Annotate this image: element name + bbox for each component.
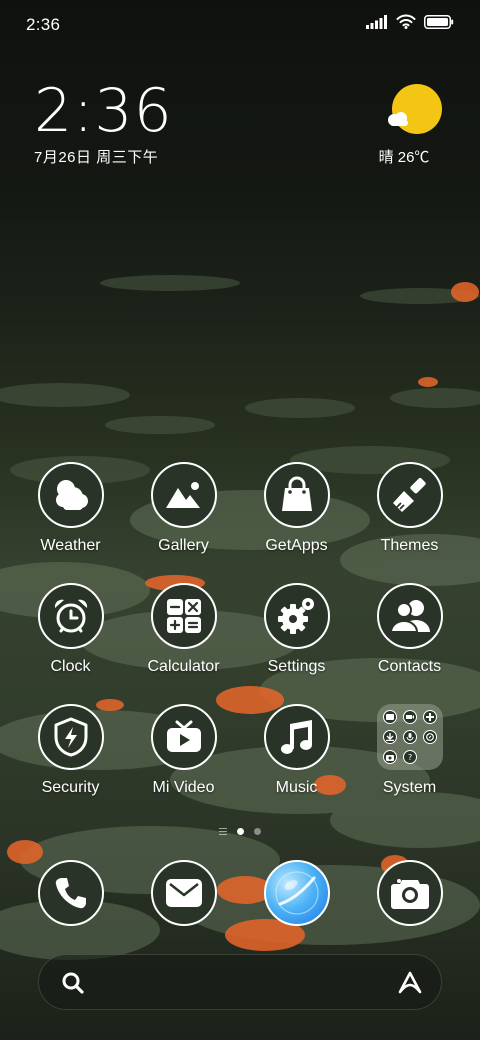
app-label: Contacts xyxy=(377,658,442,675)
app-gallery[interactable]: Gallery xyxy=(127,462,240,555)
browser-icon xyxy=(263,860,330,926)
app-label: System xyxy=(382,779,437,796)
app-label: Mi Video xyxy=(152,779,215,796)
widget-date: 7月26日 周三下午 xyxy=(34,149,159,166)
svg-text:?: ? xyxy=(408,753,412,761)
app-calculator[interactable]: Calculator xyxy=(127,583,240,676)
app-getapps[interactable]: GetApps xyxy=(240,462,353,555)
app-security[interactable]: Security xyxy=(14,704,127,797)
dock xyxy=(14,860,466,926)
app-label: Settings xyxy=(267,658,326,675)
battery-icon xyxy=(424,14,454,34)
phone-icon xyxy=(37,860,104,926)
widget-time: 2:36 xyxy=(34,76,173,146)
signal-icon xyxy=(366,14,388,34)
app-label: GetApps xyxy=(265,537,328,554)
app-label: Security xyxy=(41,779,100,796)
app-label: Gallery xyxy=(158,537,209,554)
app-contacts[interactable]: Contacts xyxy=(353,583,466,676)
camera-icon xyxy=(376,860,443,926)
weather-icon xyxy=(37,462,104,528)
getapps-icon xyxy=(263,462,330,528)
folder-icon: ? xyxy=(376,704,443,770)
mini-app-icon xyxy=(422,710,437,724)
app-settings[interactable]: Settings xyxy=(240,583,353,676)
clock-widget[interactable]: 2:36 7月26日 周三下午 xyxy=(34,78,173,167)
app-themes[interactable]: Themes xyxy=(353,462,466,555)
messages-icon xyxy=(150,860,217,926)
status-time: 2:36 xyxy=(26,15,61,34)
app-label: Music xyxy=(275,779,318,796)
app-label: Themes xyxy=(380,537,439,554)
mi-video-icon xyxy=(150,704,217,770)
contacts-icon xyxy=(376,583,443,649)
assistant-icon[interactable] xyxy=(397,970,423,1001)
music-icon xyxy=(263,704,330,770)
app-grid: Weather Gallery GetApps Themes Clock Cal… xyxy=(14,462,466,797)
calculator-icon xyxy=(150,583,217,649)
dock-messages[interactable] xyxy=(127,860,240,926)
app-clock[interactable]: Clock xyxy=(14,583,127,676)
sun-cloud-icon xyxy=(388,84,442,136)
folder-system[interactable]: ? System xyxy=(353,704,466,797)
mini-app-icon xyxy=(422,730,437,744)
mini-app-icon xyxy=(402,710,417,724)
app-music[interactable]: Music xyxy=(240,704,353,797)
mini-app-icon xyxy=(402,730,417,744)
themes-icon xyxy=(376,462,443,528)
app-label: Calculator xyxy=(147,658,220,675)
mini-app-icon: ? xyxy=(402,750,417,764)
search-icon xyxy=(61,971,85,1000)
app-weather[interactable]: Weather xyxy=(14,462,127,555)
mini-app-icon xyxy=(382,710,397,724)
security-icon xyxy=(37,704,104,770)
clock-icon xyxy=(37,583,104,649)
app-label: Clock xyxy=(50,658,91,675)
dock-camera[interactable] xyxy=(353,860,466,926)
dock-browser[interactable] xyxy=(240,860,353,926)
weather-widget[interactable]: 晴 26℃ xyxy=(379,84,446,167)
mini-app-icon xyxy=(382,730,397,744)
weather-text: 晴 26℃ xyxy=(378,149,430,166)
mini-app-icon xyxy=(382,750,397,764)
dock-phone[interactable] xyxy=(14,860,127,926)
app-label: Weather xyxy=(40,537,101,554)
status-bar: 2:36 xyxy=(0,0,480,50)
search-bar[interactable] xyxy=(38,954,442,1010)
app-mi-video[interactable]: Mi Video xyxy=(127,704,240,797)
page-dot-active xyxy=(237,828,244,835)
menu-lines-icon xyxy=(219,828,227,835)
status-icons xyxy=(366,14,454,34)
page-indicator[interactable] xyxy=(0,828,480,835)
page-dot xyxy=(254,828,261,835)
wifi-icon xyxy=(396,14,416,34)
gallery-icon xyxy=(150,462,217,528)
settings-icon xyxy=(263,583,330,649)
